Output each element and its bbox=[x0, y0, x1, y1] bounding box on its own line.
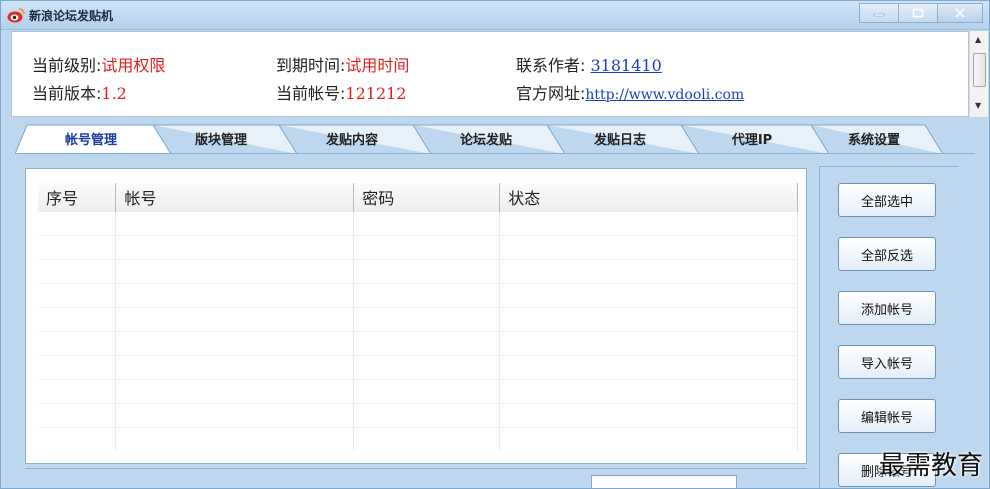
bottom-bar bbox=[25, 468, 807, 488]
watermark-text: 最需教育 bbox=[878, 451, 983, 481]
table-row bbox=[38, 234, 798, 259]
site-label: 官方网址: bbox=[516, 84, 586, 103]
edit-account-button[interactable]: 编辑帐号 bbox=[838, 399, 936, 433]
add-account-button[interactable]: 添加帐号 bbox=[838, 291, 936, 325]
table-row bbox=[38, 330, 798, 355]
version-value: 1.2 bbox=[101, 84, 127, 103]
level-value: 试用权限 bbox=[101, 56, 166, 75]
tab-proxy-ip[interactable]: 代理IP bbox=[687, 122, 817, 154]
version-label: 当前版本: bbox=[32, 84, 102, 103]
table-body bbox=[38, 210, 798, 451]
tab-system-settings[interactable]: 系统设置 bbox=[815, 122, 933, 154]
expire-label: 到期时间: bbox=[276, 56, 346, 75]
author-link[interactable]: 3181410 bbox=[590, 56, 661, 75]
select-all-button[interactable]: 全部选中 bbox=[838, 183, 936, 217]
scroll-down-icon[interactable]: ▼ bbox=[975, 101, 981, 110]
accounts-table: 序号 帐号 密码 状态 bbox=[38, 183, 798, 451]
import-account-button[interactable]: 导入帐号 bbox=[838, 345, 936, 379]
weibo-logo-icon bbox=[7, 8, 25, 23]
table-row bbox=[38, 210, 798, 235]
close-button[interactable] bbox=[937, 3, 983, 23]
column-header-account[interactable]: 帐号 bbox=[115, 183, 355, 211]
version-info: 当前版本:1.2 bbox=[32, 80, 127, 104]
tab-content: 序号 帐号 密码 状态 全部选中 全部反选 添加帐号 导入帐号 编辑帐号 删除帐… bbox=[15, 153, 975, 488]
app-window: 新浪论坛发贴机 当前级别:试用权限 当前版本:1.2 到期时间:试用时间 当前帐… bbox=[0, 0, 990, 489]
window-controls bbox=[859, 3, 983, 23]
title-bar[interactable]: 新浪论坛发贴机 bbox=[1, 1, 989, 30]
minimize-button[interactable] bbox=[859, 3, 899, 23]
tab-bar: 帐号管理 版块管理 发贴内容 论坛发贴 发贴日志 代理IP 系统设置 bbox=[15, 122, 965, 154]
action-panel: 全部选中 全部反选 添加帐号 导入帐号 编辑帐号 删除帐号 bbox=[819, 166, 959, 488]
account-value: 121212 bbox=[345, 84, 407, 103]
site-info: 官方网址:http://www.vdooli.com bbox=[516, 80, 744, 104]
table-row bbox=[38, 258, 798, 283]
tab-section-manage[interactable]: 版块管理 bbox=[159, 122, 283, 154]
level-label: 当前级别: bbox=[32, 56, 102, 75]
table-row bbox=[38, 402, 798, 427]
site-link[interactable]: http://www.vdooli.com bbox=[585, 87, 744, 103]
accounts-grid[interactable]: 序号 帐号 密码 状态 bbox=[25, 168, 807, 464]
scroll-thumb[interactable] bbox=[973, 53, 986, 87]
maximize-button[interactable] bbox=[898, 3, 938, 23]
scroll-up-icon[interactable]: ▲ bbox=[975, 35, 981, 44]
invert-selection-button[interactable]: 全部反选 bbox=[838, 237, 936, 271]
column-header-password[interactable]: 密码 bbox=[353, 183, 501, 211]
expire-value: 试用时间 bbox=[345, 56, 410, 75]
author-info: 联系作者: 3181410 bbox=[516, 52, 662, 76]
account-info: 当前帐号:121212 bbox=[276, 80, 406, 104]
window-title: 新浪论坛发贴机 bbox=[29, 9, 114, 23]
minimize-icon bbox=[873, 13, 885, 17]
table-row bbox=[38, 282, 798, 307]
info-scrollbar[interactable]: ▲ ▼ bbox=[969, 31, 988, 117]
author-label: 联系作者: bbox=[516, 56, 591, 75]
table-row bbox=[38, 354, 798, 379]
table-row bbox=[38, 426, 798, 451]
status-field bbox=[591, 475, 737, 488]
table-row bbox=[38, 306, 798, 331]
maximize-icon bbox=[912, 8, 924, 18]
tab-post-content[interactable]: 发贴内容 bbox=[287, 122, 417, 154]
info-panel: 当前级别:试用权限 当前版本:1.2 到期时间:试用时间 当前帐号:121212… bbox=[11, 31, 969, 117]
tab-forum-post[interactable]: 论坛发贴 bbox=[421, 122, 551, 154]
tab-post-log[interactable]: 发贴日志 bbox=[555, 122, 685, 154]
level-info: 当前级别:试用权限 bbox=[32, 52, 165, 76]
close-icon bbox=[955, 8, 965, 18]
tab-account-manage[interactable]: 帐号管理 bbox=[29, 122, 153, 154]
table-header-row: 序号 帐号 密码 状态 bbox=[38, 183, 798, 211]
account-label: 当前帐号: bbox=[276, 84, 346, 103]
column-header-status[interactable]: 状态 bbox=[499, 183, 798, 211]
table-row bbox=[38, 378, 798, 403]
expire-info: 到期时间:试用时间 bbox=[276, 52, 409, 76]
column-header-index[interactable]: 序号 bbox=[38, 183, 117, 211]
